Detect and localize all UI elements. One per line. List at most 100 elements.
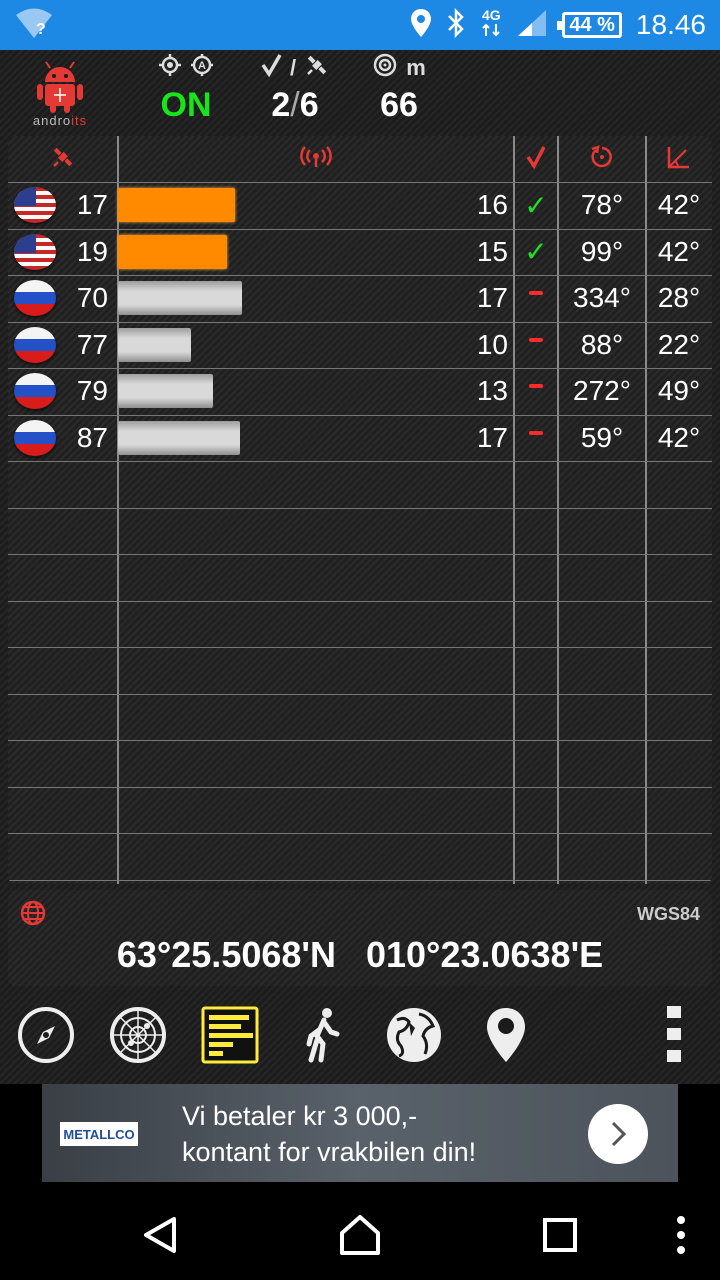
not-used-dash-icon <box>529 337 543 342</box>
snr-bar <box>118 327 191 362</box>
satellite-row[interactable]: 79 13 272° 49° <box>8 368 712 414</box>
location-button[interactable] <box>475 1004 537 1066</box>
used-in-fix-indicator <box>514 322 558 368</box>
elevation-value: 28° <box>657 282 701 313</box>
datum-label: WGS84 <box>636 904 700 924</box>
used-in-fix-indicator: ✓ <box>514 229 558 275</box>
prn-number: 17 <box>76 189 108 220</box>
azimuth-icon <box>589 144 615 175</box>
snr-bar <box>118 420 240 455</box>
row-divider <box>8 647 712 648</box>
azimuth-value: 78° <box>580 189 624 220</box>
russia-flag-icon <box>14 419 56 456</box>
ad-container: METALLCO Vi betaler kr 3 000,- kontant f… <box>0 1084 720 1186</box>
overflow-menu-button[interactable] <box>643 1004 705 1066</box>
ad-text: Vi betaler kr 3 000,- kontant for vrakbi… <box>182 1101 477 1167</box>
satellite-row[interactable]: 77 10 88° 22° <box>8 322 712 368</box>
row-divider <box>8 600 712 602</box>
signal-bars-icon <box>201 1006 259 1064</box>
azimuth-value: 88° <box>580 328 624 360</box>
radar-icon <box>110 1007 166 1063</box>
elevation-value: 42° <box>657 235 701 267</box>
bluetooth-icon <box>446 7 466 43</box>
row-divider <box>8 786 712 788</box>
used-in-fix-indicator <box>514 415 558 461</box>
accuracy-target-icon <box>372 52 398 84</box>
column-header-prn <box>8 136 118 182</box>
table-header <box>8 136 712 182</box>
wifi-icon: ? <box>14 6 54 45</box>
ad-banner[interactable]: METALLCO Vi betaler kr 3 000,- kontant f… <box>42 1084 678 1182</box>
satellite-icon <box>304 52 330 84</box>
row-divider <box>8 740 712 741</box>
accuracy-unit: m <box>406 55 426 80</box>
row-divider <box>8 507 712 509</box>
check-icon <box>260 53 282 83</box>
nav-menu-button[interactable] <box>656 1210 706 1260</box>
android-robot-icon <box>37 61 83 113</box>
used-in-fix-indicator: ✓ <box>514 182 558 228</box>
satellite-table: 17 16 ✓ 78° 42° 19 15 ✓ 99° 42° 70 17 33… <box>8 136 712 884</box>
column-header-snr <box>118 136 514 182</box>
position-panel[interactable]: WGS84 63°25.5068'N 010°23.0638'E <box>8 890 712 986</box>
home-icon <box>340 1215 380 1255</box>
row-divider <box>8 693 712 695</box>
header: androits A ON / 2/6 m 66 <box>0 50 720 136</box>
snr-bar <box>118 188 235 222</box>
battery-indicator: 44 % <box>557 12 622 38</box>
not-used-dash-icon <box>529 291 543 295</box>
logo-wordmark: androits <box>32 113 88 128</box>
satellite-row[interactable]: 87 17 59° 42° <box>8 415 712 461</box>
network-type-indicator: 4G <box>480 8 502 43</box>
prn-number: 70 <box>76 282 108 313</box>
compass-button[interactable] <box>15 1004 77 1066</box>
snr-bar <box>118 234 227 269</box>
check-green-icon: ✓ <box>524 189 548 221</box>
location-icon <box>410 8 432 43</box>
app-logo[interactable]: androits <box>18 58 102 128</box>
satellite-row[interactable]: 17 16 ✓ 78° 42° <box>8 182 712 228</box>
snr-value: 10 <box>476 328 508 360</box>
snr-cell: 13 <box>118 368 514 414</box>
globe-button[interactable] <box>383 1004 445 1066</box>
fix-status-group: A ON <box>150 54 222 125</box>
signal-bars-button[interactable] <box>199 1004 261 1066</box>
snr-value: 16 <box>476 189 508 220</box>
svg-text:A: A <box>198 60 206 72</box>
snr-value: 15 <box>476 235 508 267</box>
fix-state-value: ON <box>160 86 212 124</box>
home-button[interactable] <box>335 1210 385 1260</box>
column-header-azimuth <box>558 136 646 182</box>
separator-slash: / <box>289 55 297 80</box>
satellite-row[interactable]: 19 15 ✓ 99° 42° <box>8 229 712 275</box>
chevron-right-icon <box>611 1121 627 1147</box>
auto-mode-icon: A <box>190 53 214 83</box>
map-pin-icon <box>487 1008 525 1062</box>
snr-value: 17 <box>476 421 508 453</box>
recents-button[interactable] <box>535 1210 585 1260</box>
row-divider <box>8 554 712 555</box>
radar-button[interactable] <box>107 1004 169 1066</box>
not-used-dash-icon <box>529 430 543 435</box>
bottom-toolbar <box>0 992 720 1082</box>
prn-number: 77 <box>76 328 108 360</box>
elevation-value: 49° <box>657 375 701 406</box>
russia-flag-icon <box>14 280 56 316</box>
back-button[interactable] <box>135 1210 185 1260</box>
compass-icon <box>18 1007 74 1063</box>
snr-cell: 17 <box>118 275 514 321</box>
prn-number: 19 <box>76 235 108 267</box>
satellite-red-icon <box>50 144 76 175</box>
back-triangle-icon <box>144 1217 176 1253</box>
russia-flag-icon <box>14 326 56 363</box>
satellite-row[interactable]: 70 17 334° 28° <box>8 275 712 321</box>
walking-button[interactable] <box>291 1004 353 1066</box>
russia-flag-icon <box>14 373 56 409</box>
coordinates: 63°25.5068'N 010°23.0638'E <box>8 934 712 976</box>
ad-arrow-button[interactable] <box>588 1104 648 1164</box>
walking-icon <box>306 1008 340 1063</box>
snr-cell: 15 <box>118 229 514 275</box>
used-in-fix-indicator <box>514 275 558 321</box>
prn-number: 87 <box>76 421 108 453</box>
column-header-used <box>514 136 558 182</box>
